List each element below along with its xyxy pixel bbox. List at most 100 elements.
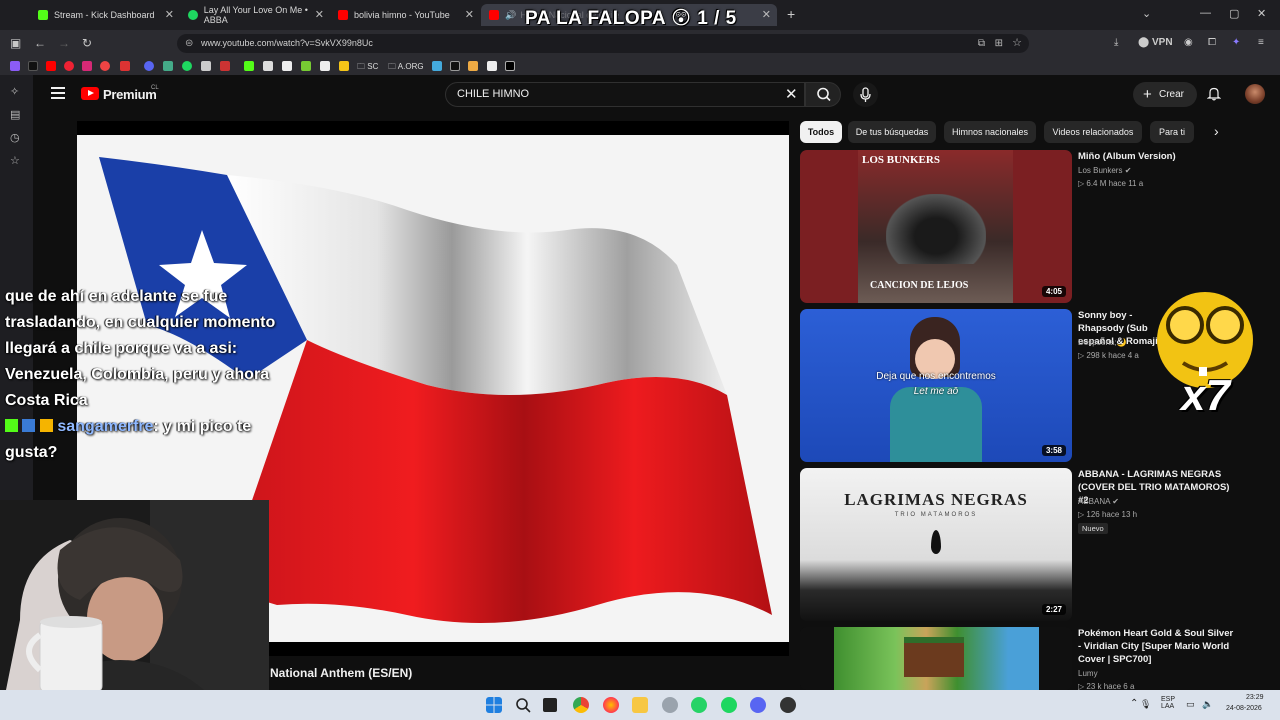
speaker-icon[interactable]: 🔊	[505, 10, 516, 21]
video-thumbnail[interactable]	[800, 627, 1072, 690]
search-input[interactable]: CHILE HIMNO	[445, 82, 805, 107]
sidebar-toggle-icon[interactable]: ▣	[10, 36, 21, 50]
bookmark-icon[interactable]	[263, 61, 273, 71]
hamburger-menu-icon[interactable]	[51, 87, 65, 99]
chip-todos[interactable]: Todos	[800, 121, 842, 143]
minimize-icon[interactable]: —	[1200, 7, 1211, 19]
chrome-icon[interactable]	[573, 697, 589, 713]
bookmark-icon[interactable]	[320, 61, 330, 71]
bookmark-icon[interactable]	[301, 61, 311, 71]
youtube-premium-brand[interactable]: Premium	[103, 87, 157, 102]
bookmark-folder-aorg[interactable]: 🗀 A.ORG	[388, 61, 424, 75]
channel-name[interactable]: Lumy	[1078, 669, 1098, 678]
bookmark-icon[interactable]	[120, 61, 130, 71]
chevron-down-icon[interactable]: ⌄	[1142, 7, 1151, 20]
video-thumbnail[interactable]: Deja que nos encontremos Let me aō 3:58	[800, 309, 1072, 462]
bookmark-x-icon[interactable]	[505, 61, 515, 71]
recommended-video-4[interactable]: Pokémon Heart Gold & Soul Silver - Virid…	[800, 627, 1240, 690]
bookmark-icon[interactable]	[201, 61, 211, 71]
forward-icon[interactable]: →	[58, 36, 70, 50]
bookmark-spotify-icon[interactable]	[182, 61, 192, 71]
volume-icon[interactable]: 🔈	[1202, 699, 1213, 710]
tab-kick-dashboard[interactable]: Stream - Kick Dashboard ✕	[30, 4, 180, 26]
network-icon[interactable]: ▭	[1186, 699, 1195, 710]
bookmark-icon[interactable]	[100, 61, 110, 71]
profile-icon[interactable]: ◉	[1184, 37, 1193, 48]
recommended-video-1[interactable]: LOS BUNKERS CANCION DE LEJOS 4:05 Miño (…	[800, 150, 1240, 303]
video-thumbnail[interactable]: LOS BUNKERS CANCION DE LEJOS 4:05	[800, 150, 1072, 303]
settings-icon[interactable]	[662, 697, 678, 713]
screenshot-icon[interactable]: ⊞	[995, 34, 1003, 53]
task-view-icon[interactable]	[543, 698, 557, 712]
bookmark-instagram-icon[interactable]	[82, 61, 92, 71]
youtube-logo-icon[interactable]	[81, 87, 99, 100]
create-button[interactable]: + Crear	[1133, 82, 1197, 107]
bookmark-star-icon[interactable]: ☆	[1012, 34, 1022, 53]
site-info-icon[interactable]: ⊜	[185, 34, 193, 53]
bookmark-icon[interactable]	[432, 61, 442, 71]
extensions-icon[interactable]: ⧠	[1208, 37, 1216, 48]
file-explorer-icon[interactable]	[632, 697, 648, 713]
recommended-video-3[interactable]: LAGRIMAS NEGRAS TRIO MATAMOROS 2:27 ABBA…	[800, 468, 1240, 621]
recommended-title[interactable]: Pokémon Heart Gold & Soul Silver - Virid…	[1078, 627, 1238, 666]
channel-name[interactable]: Los Bunkers ✔	[1078, 166, 1131, 175]
close-window-icon[interactable]: ✕	[1257, 7, 1266, 20]
bookmark-discord-icon[interactable]	[144, 61, 154, 71]
close-icon[interactable]: ✕	[315, 8, 324, 21]
bookmark-icon[interactable]	[163, 61, 173, 71]
chip-videos-relacionados[interactable]: Videos relacionados	[1044, 121, 1142, 143]
menu-icon[interactable]: ≡	[1258, 37, 1264, 48]
aria-sidebar-icon[interactable]: ✧	[10, 85, 22, 98]
chip-de-tus-busquedas[interactable]: De tus búsquedas	[848, 121, 936, 143]
bookmarks-icon[interactable]: ☆	[10, 154, 22, 167]
whatsapp-icon[interactable]	[691, 697, 707, 713]
address-bar[interactable]: ⊜ www.youtube.com/watch?v=SvkVX99n8Uc ⧉ …	[177, 34, 1029, 53]
aria-icon[interactable]: ✦	[1232, 37, 1240, 48]
close-icon[interactable]: ✕	[165, 8, 174, 21]
download-icon[interactable]: ⤓	[1114, 37, 1118, 48]
taskbar-search-icon[interactable]	[515, 697, 531, 713]
bookmark-twitch-icon[interactable]	[10, 61, 20, 71]
voice-search-button[interactable]	[853, 82, 878, 107]
picture-in-picture-icon[interactable]: ⧉	[978, 34, 985, 53]
clear-search-icon[interactable]: ✕	[785, 85, 798, 103]
microphone-tray-icon[interactable]: 🎙	[1140, 699, 1151, 710]
reload-icon[interactable]: ↻	[82, 36, 92, 50]
notifications-bell-icon[interactable]	[1207, 86, 1221, 101]
new-tab-icon[interactable]: +	[787, 6, 795, 22]
tab-spotify[interactable]: Lay All Your Love On Me • ABBA ✕	[180, 4, 330, 26]
bookmark-icon[interactable]	[468, 61, 478, 71]
history-icon[interactable]: ◷	[10, 131, 22, 144]
chip-para-ti[interactable]: Para ti	[1150, 121, 1194, 143]
chevron-right-icon[interactable]: ›	[1214, 123, 1219, 139]
my-flow-icon[interactable]: ▤	[10, 108, 22, 121]
discord-icon[interactable]	[750, 697, 766, 713]
bookmark-icon[interactable]	[450, 61, 460, 71]
bookmark-kick-icon[interactable]	[244, 61, 254, 71]
close-icon[interactable]: ✕	[465, 8, 474, 21]
bookmark-icon[interactable]	[487, 61, 497, 71]
bookmark-folder-sc[interactable]: 🗀 SC	[357, 61, 378, 75]
chevron-up-icon[interactable]: ⌃	[1130, 698, 1138, 709]
bookmark-icon[interactable]	[220, 61, 230, 71]
recommended-title[interactable]: Miño (Album Version)	[1078, 150, 1238, 163]
bookmark-icon[interactable]	[282, 61, 292, 71]
account-avatar[interactable]	[1245, 84, 1265, 104]
tab-bolivia-himno[interactable]: bolivia himno - YouTube ✕	[330, 4, 480, 26]
obs-icon[interactable]	[780, 697, 796, 713]
clock-time[interactable]: 23:29	[1246, 694, 1264, 701]
restore-icon[interactable]: ▢	[1229, 7, 1239, 20]
bookmark-icon[interactable]	[339, 61, 349, 71]
video-thumbnail[interactable]: LAGRIMAS NEGRAS TRIO MATAMOROS 2:27	[800, 468, 1072, 621]
search-button[interactable]	[805, 82, 841, 107]
chip-himnos-nacionales[interactable]: Himnos nacionales	[944, 121, 1036, 143]
bookmark-youtube-icon[interactable]	[46, 61, 56, 71]
bookmark-icon[interactable]	[64, 61, 74, 71]
bookmark-tiktok-icon[interactable]	[28, 61, 38, 71]
vpn-button[interactable]: ⬤ VPN	[1138, 37, 1173, 48]
back-icon[interactable]: ←	[34, 36, 46, 50]
language-indicator[interactable]: ESP LAA	[1161, 696, 1175, 710]
windows-start-icon[interactable]	[486, 697, 502, 713]
clock-date[interactable]: 24-08-2026	[1226, 705, 1262, 712]
opera-gx-icon[interactable]	[603, 697, 619, 713]
